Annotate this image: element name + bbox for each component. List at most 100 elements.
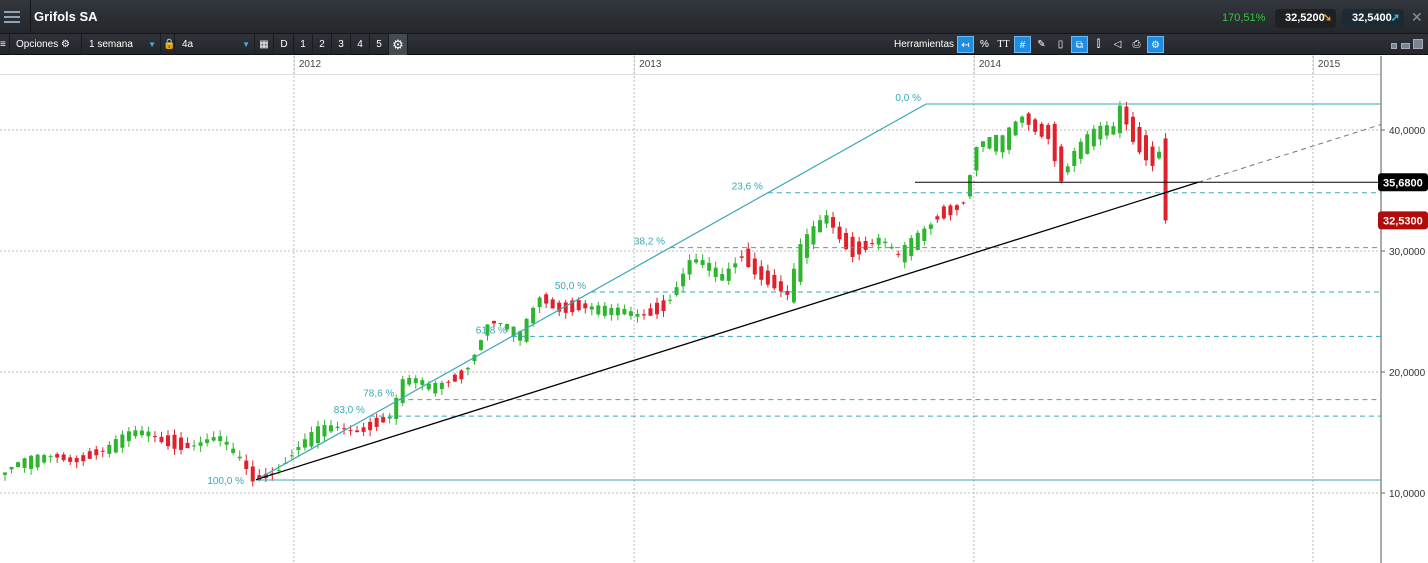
list-icon[interactable]: ≡ <box>0 34 10 55</box>
range-select[interactable]: 4a ▼ <box>178 34 255 55</box>
candle-body <box>113 439 118 453</box>
candle <box>987 137 992 150</box>
maximize-icon[interactable] <box>1413 39 1423 49</box>
price-tick-label: 10,0000 <box>1389 489 1426 500</box>
arrow-left-tool-icon[interactable]: ↤ <box>957 36 974 53</box>
candle <box>394 394 399 425</box>
candle-body <box>1078 141 1083 159</box>
overlay-icon[interactable]: ⧉ <box>1071 36 1088 53</box>
candle <box>1137 122 1142 155</box>
candle-body <box>681 273 686 287</box>
candle-body <box>928 224 933 229</box>
tools-label: Herramientas <box>894 39 955 50</box>
range-value: 4a <box>182 39 194 50</box>
candle-body <box>1052 123 1057 162</box>
candle <box>981 140 985 153</box>
bid-price-button[interactable]: 32,5200 ➘ <box>1275 9 1336 28</box>
candle <box>804 228 809 264</box>
candle-body <box>159 436 164 443</box>
candle <box>185 437 190 449</box>
period-1[interactable]: 1 <box>294 34 313 55</box>
candle-body <box>22 458 27 468</box>
candle <box>752 252 757 280</box>
period-2[interactable]: 2 <box>313 34 332 55</box>
candle-body <box>1117 105 1122 134</box>
menu-icon[interactable] <box>0 0 31 34</box>
candle-body <box>537 297 542 308</box>
period-3[interactable]: 3 <box>332 34 351 55</box>
candle <box>974 146 979 177</box>
candle-body <box>205 439 210 444</box>
candle <box>883 237 888 249</box>
candle <box>250 460 255 487</box>
candle <box>1078 138 1083 164</box>
candle <box>759 260 764 286</box>
candle-body <box>596 305 601 315</box>
candle-body <box>100 450 105 452</box>
interval-select[interactable]: 1 semana ▼ <box>85 34 161 55</box>
candle-body <box>465 367 470 370</box>
candles-icon[interactable]: ⫿ <box>1090 36 1107 53</box>
ask-price-button[interactable]: 32,5400 ➚ <box>1342 9 1404 28</box>
candle-body <box>3 472 7 475</box>
candle-body <box>752 258 757 275</box>
candle <box>1013 120 1018 136</box>
minimize-icon[interactable] <box>1391 43 1397 49</box>
period-D[interactable]: D <box>275 34 294 55</box>
period-4[interactable]: 4 <box>351 34 370 55</box>
candle-body <box>641 314 646 316</box>
candle-body <box>152 436 157 438</box>
candle <box>113 435 118 454</box>
candle <box>1098 121 1103 146</box>
candle-body <box>954 205 959 210</box>
candle-body <box>844 232 849 250</box>
grid-icon[interactable]: # <box>1014 36 1031 53</box>
options-label: Opciones <box>16 39 59 50</box>
candle-body <box>896 253 901 255</box>
candle-body <box>185 442 190 449</box>
candle <box>296 441 301 456</box>
calendar-icon[interactable]: ▦ <box>255 34 274 55</box>
last-price-label: 32,5300 <box>1383 215 1423 227</box>
fibonacci-level-label: 50,0 % <box>555 281 586 292</box>
candle-body <box>420 380 425 385</box>
candle <box>570 297 575 316</box>
candle <box>902 241 907 269</box>
print-icon[interactable]: ⎙ <box>1128 36 1145 53</box>
candle <box>733 257 738 274</box>
candle <box>1007 126 1012 155</box>
candle <box>179 432 184 455</box>
period-5[interactable]: 5 <box>370 34 389 55</box>
settings-gear-icon[interactable]: ⚙ <box>389 34 408 55</box>
candle-body <box>824 215 829 224</box>
candle <box>407 374 412 387</box>
candle <box>329 420 333 434</box>
candle <box>837 221 842 243</box>
candle <box>452 373 457 382</box>
lock-icon[interactable]: 🔒 <box>163 34 175 55</box>
instrument-title: Grifols SA <box>34 9 98 24</box>
candle <box>661 295 666 317</box>
grid-edit-icon[interactable]: ✎ <box>1033 36 1050 53</box>
candle-body <box>133 430 138 437</box>
price-chart[interactable]: 10,0000 20,0000 30,0000 40,0000 0,0 % 23,6 % 3… <box>0 56 1428 563</box>
candle <box>478 339 483 351</box>
text-tool[interactable]: TT <box>995 36 1012 53</box>
candle <box>446 379 451 388</box>
options-button[interactable]: Opciones ⚙ <box>12 34 82 55</box>
candle <box>172 429 177 455</box>
close-icon[interactable]: ✕ <box>1411 9 1423 26</box>
candle <box>420 377 425 391</box>
candle-body <box>1033 119 1038 132</box>
candle <box>778 275 783 297</box>
candle-body <box>237 456 242 459</box>
candle-body <box>439 382 444 390</box>
candle-body <box>818 220 822 233</box>
candle <box>935 214 940 223</box>
percent-tool[interactable]: % <box>976 36 993 53</box>
restore-icon[interactable] <box>1401 43 1410 49</box>
candle-icon[interactable]: ▯ <box>1052 36 1069 53</box>
draw-settings-icon[interactable]: ⚙ <box>1147 36 1164 53</box>
fibonacci-level-label: 38,2 % <box>634 237 665 248</box>
tag-icon[interactable]: ◁ <box>1109 36 1126 53</box>
